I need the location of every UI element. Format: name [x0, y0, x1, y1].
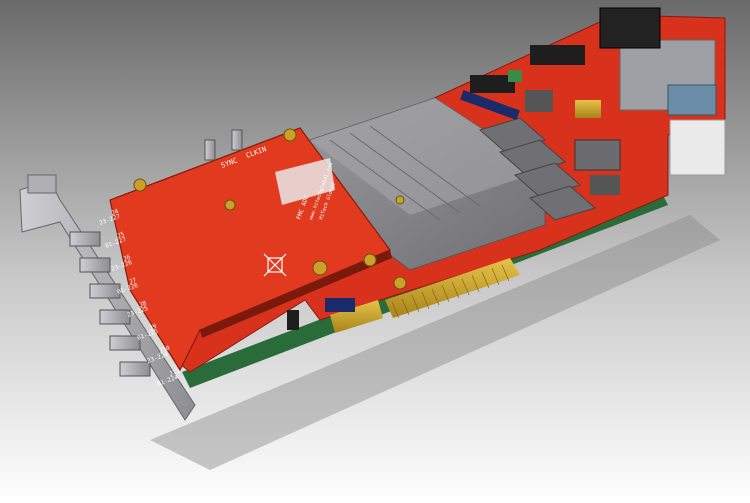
small-header: [287, 310, 299, 330]
black-header-1: [530, 45, 585, 65]
rendered-pcb-image: SYNC CLKIN FMC ADC www.hitechglobal.com …: [0, 0, 750, 503]
bracket-tab: [27, 174, 57, 194]
white-connector: [669, 119, 726, 176]
photo-scene: SYNC CLKIN FMC ADC www.hitechglobal.com …: [0, 0, 750, 503]
ic-chip-2: [590, 175, 620, 195]
rj45-jack: [599, 7, 661, 49]
ic-chip-3: [525, 90, 553, 112]
blue-header-2: [325, 298, 355, 312]
gold-inductor: [575, 100, 601, 118]
blue-connector: [667, 84, 717, 116]
ic-chip-1: [574, 139, 621, 171]
green-led: [508, 70, 522, 82]
